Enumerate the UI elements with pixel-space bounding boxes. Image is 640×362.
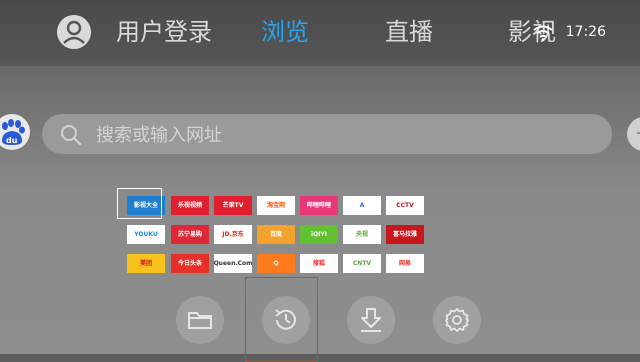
- shortcut-label: 苏宁易购: [177, 230, 202, 238]
- shortcut-label: 网易: [398, 259, 411, 267]
- baidu-du-icon[interactable]: du: [0, 114, 30, 150]
- selected-tile-frame: [117, 188, 162, 219]
- shortcut-label: JD.京东: [222, 230, 244, 238]
- shortcut-tile[interactable]: Q: [257, 254, 295, 273]
- shortcut-label: 喜马拉雅: [392, 230, 417, 238]
- shortcut-tile[interactable]: CCTV: [386, 196, 424, 215]
- shortcut-tile[interactable]: YOUKU: [127, 225, 165, 244]
- add-icon[interactable]: +: [627, 117, 640, 151]
- shortcut-tile[interactable]: 搜狐: [300, 254, 338, 273]
- shortcut-label: YOUKU: [134, 230, 158, 238]
- shortcut-label: 乐视视频: [177, 201, 202, 209]
- search-bar[interactable]: [42, 114, 612, 154]
- shortcut-tile[interactable]: 美团: [127, 254, 165, 273]
- shortcut-label: CNTV: [352, 259, 372, 267]
- shortcut-tile[interactable]: iQIYI: [300, 225, 338, 244]
- top-navigation-bar: 用户登录 浏览 直播 影视 17:26: [0, 0, 640, 66]
- folder-icon: [188, 312, 212, 329]
- user-avatar-icon[interactable]: [57, 15, 91, 49]
- shortcut-tile[interactable]: CNTV: [343, 254, 381, 273]
- shortcut-tile[interactable]: 今日头条: [171, 254, 209, 273]
- shortcut-tile[interactable]: 网易: [386, 254, 424, 273]
- download-icon: [361, 308, 381, 332]
- settings-icon: [445, 308, 469, 332]
- shortcut-label: 央视: [355, 230, 368, 238]
- shortcut-tile[interactable]: 喜马拉雅: [386, 225, 424, 244]
- shortcut-label: iQIYI: [311, 230, 327, 238]
- tab-browse[interactable]: 浏览: [261, 17, 309, 47]
- download-button[interactable]: [347, 296, 395, 344]
- shortcut-label: 哔哩哔哩: [306, 201, 331, 209]
- shortcut-tile[interactable]: 乐视视频: [171, 196, 209, 215]
- wifi-icon: [533, 25, 553, 41]
- shortcut-tile[interactable]: 百度: [257, 225, 295, 244]
- shortcut-tile[interactable]: 淘宝网: [257, 196, 295, 215]
- shortcut-tile[interactable]: 芒果TV: [214, 196, 252, 215]
- shortcut-tile[interactable]: 苏宁易购: [171, 225, 209, 244]
- shortcut-tile[interactable]: Queen.Com: [214, 254, 252, 273]
- search-icon: [61, 125, 82, 146]
- shortcut-label: CCTV: [396, 201, 414, 209]
- shortcut-label: 淘宝网: [266, 201, 285, 209]
- shortcut-label: 美团: [139, 259, 152, 267]
- shortcut-tile[interactable]: 央视: [343, 225, 381, 244]
- tab-live[interactable]: 直播: [385, 17, 433, 47]
- search-input[interactable]: [94, 121, 578, 149]
- status-time: 17:26: [565, 24, 606, 40]
- history-highlight-box: [245, 277, 318, 362]
- shortcut-label: A: [359, 201, 365, 209]
- shortcut-label: 今日头条: [177, 259, 202, 267]
- tab-user-login[interactable]: 用户登录: [116, 17, 212, 47]
- shortcut-label: 搜狐: [312, 259, 325, 267]
- shortcut-tile[interactable]: JD.京东: [214, 225, 252, 244]
- shortcut-label: Q: [273, 259, 279, 267]
- shortcut-label: 百度: [269, 230, 282, 238]
- folder-button[interactable]: [176, 296, 224, 344]
- shortcut-tile[interactable]: A: [343, 196, 381, 215]
- svg-text:du: du: [6, 136, 18, 145]
- shortcut-tile[interactable]: 哔哩哔哩: [300, 196, 338, 215]
- settings-button[interactable]: [433, 296, 481, 344]
- shortcut-label: 芒果TV: [222, 201, 244, 209]
- shortcut-label: Queen.Com: [214, 259, 252, 267]
